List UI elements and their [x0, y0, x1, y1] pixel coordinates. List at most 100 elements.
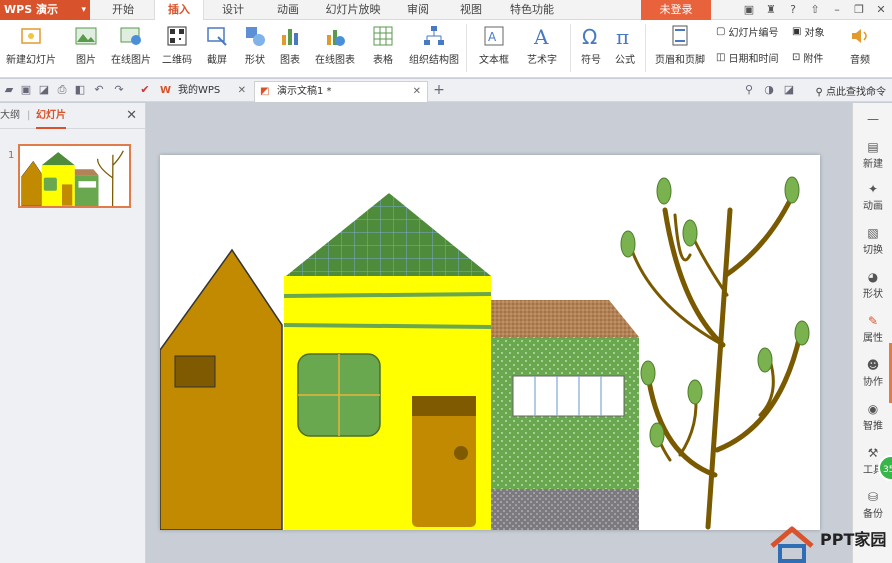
- slide-number-icon: ▢: [716, 26, 726, 37]
- properties-icon: ✎: [867, 314, 879, 328]
- green-house[interactable]: [491, 300, 639, 530]
- qr-code-button[interactable]: 二维码: [158, 22, 196, 74]
- transition-icon: ▧: [867, 226, 879, 240]
- new-tab-icon[interactable]: +: [432, 83, 446, 97]
- skin-icon[interactable]: ▣: [738, 0, 760, 20]
- online-chart-button[interactable]: 在线图表: [308, 22, 362, 74]
- formula-icon: π: [610, 22, 640, 50]
- slide-thumbnail[interactable]: [18, 144, 131, 208]
- symbol-button[interactable]: Ω 符号: [574, 22, 608, 74]
- command-search[interactable]: ⚲ 点此查找命令: [815, 83, 886, 98]
- text-box-button[interactable]: A 文本框: [472, 22, 516, 74]
- share-icon[interactable]: ◪: [782, 83, 796, 97]
- tab-special[interactable]: 特色功能: [502, 0, 562, 20]
- audio-button[interactable]: 音频: [842, 22, 878, 74]
- menu-bar: WPS 演示 ▾ 开始 插入 设计 动画 幻灯片放映 审阅 视图 特色功能 未登…: [0, 0, 892, 21]
- close-icon[interactable]: ✕: [126, 103, 137, 129]
- task-pane: — ▤ 新建 ✦ 动画 ▧ 切换 ◕ 形状 ✎ 属性 ☻ 协作 ◉ 智推 ⚒ 工具 ⛁ 备份: [852, 103, 892, 563]
- tab-view[interactable]: 视图: [448, 0, 494, 20]
- pane-recommend[interactable]: ◉ 智推: [853, 401, 892, 432]
- undo-icon[interactable]: ↶: [92, 83, 106, 97]
- header-footer-button[interactable]: 页眉和页脚: [652, 22, 708, 74]
- shirt-icon[interactable]: ♜: [760, 0, 782, 20]
- doc-tab-my-wps[interactable]: W 我的WPS ✕: [156, 81, 252, 102]
- animation-icon: ✦: [867, 182, 879, 196]
- brown-house[interactable]: [160, 248, 283, 530]
- pane-shape[interactable]: ◕ 形状: [853, 269, 892, 300]
- people-icon: ☻: [866, 358, 880, 372]
- collapse-panel-button[interactable]: —: [853, 111, 892, 127]
- ribbon: 新建幻灯片 图片 在线图片 二维码 截屏 形状 图表 在线图表 表格 组织结构图…: [0, 20, 892, 78]
- word-art-button[interactable]: A 艺术字: [520, 22, 564, 74]
- tab-insert[interactable]: 插入: [154, 0, 204, 21]
- online-picture-icon: [108, 22, 154, 50]
- search-icon: ⚲: [815, 87, 823, 98]
- upload-icon[interactable]: ⇧: [804, 0, 826, 20]
- minimize-icon[interactable]: –: [826, 0, 848, 20]
- word-art-icon: A: [520, 22, 564, 50]
- app-menu-button[interactable]: WPS 演示 ▾: [0, 0, 90, 20]
- header-footer-icon: [652, 22, 708, 50]
- slide-number-button[interactable]: ▢ 幻灯片编号: [716, 24, 778, 39]
- close-icon[interactable]: ✕: [870, 0, 892, 20]
- attachment-icon: ⊡: [792, 52, 801, 63]
- pin-icon[interactable]: ✔: [138, 83, 152, 97]
- print-icon[interactable]: ⎙: [55, 83, 69, 97]
- pane-transition[interactable]: ▧ 切换: [853, 225, 892, 256]
- tab-outline[interactable]: 大纲: [0, 103, 20, 129]
- watermark-text: PPT家园: [820, 530, 887, 549]
- org-chart-button[interactable]: 组织结构图: [406, 22, 462, 74]
- screenshot-button[interactable]: 截屏: [200, 22, 234, 74]
- table-button[interactable]: 表格: [366, 22, 400, 74]
- close-tab-icon[interactable]: ✕: [413, 82, 421, 102]
- attachment-button[interactable]: ⊡ 附件: [792, 50, 823, 65]
- redo-icon[interactable]: ↷: [112, 83, 126, 97]
- editing-canvas[interactable]: [147, 103, 852, 563]
- pane-properties[interactable]: ✎ 属性: [853, 313, 892, 344]
- close-tab-icon[interactable]: ✕: [238, 81, 246, 101]
- house-logo-icon: [770, 526, 814, 563]
- pane-backup[interactable]: ⛁ 备份: [853, 489, 892, 520]
- tab-slides[interactable]: 幻灯片: [36, 103, 66, 129]
- slide-canvas[interactable]: [160, 155, 820, 530]
- object-button[interactable]: ▣ 对象: [792, 24, 824, 39]
- lightbulb-icon: ◉: [867, 402, 879, 416]
- tree[interactable]: [628, 187, 803, 530]
- pane-animation[interactable]: ✦ 动画: [853, 181, 892, 212]
- brush-icon[interactable]: ⚲: [742, 83, 756, 97]
- online-chart-icon: [308, 22, 362, 50]
- presentation-file-icon: ◩: [260, 86, 270, 97]
- picture-button[interactable]: 图片: [68, 22, 104, 74]
- app-name: WPS 演示: [4, 3, 58, 16]
- restore-icon[interactable]: ❐: [848, 0, 870, 20]
- tab-review[interactable]: 审阅: [395, 0, 441, 20]
- pane-new[interactable]: ▤ 新建: [853, 139, 892, 170]
- new-slide-icon: [0, 22, 62, 50]
- online-picture-button[interactable]: 在线图片: [108, 22, 154, 74]
- open-folder-icon[interactable]: ▰: [2, 83, 16, 97]
- date-time-icon: ◫: [716, 52, 726, 63]
- new-slide-button[interactable]: 新建幻灯片: [0, 22, 62, 74]
- tab-animation[interactable]: 动画: [265, 0, 311, 20]
- print-preview-icon[interactable]: ◧: [73, 83, 87, 97]
- shapes-button[interactable]: 形状: [238, 22, 272, 74]
- tab-slideshow[interactable]: 幻灯片放映: [318, 0, 388, 20]
- chart-button[interactable]: 图表: [276, 22, 304, 74]
- doc-tab-presentation[interactable]: ◩ 演示文稿1 * ✕: [254, 81, 428, 102]
- screenshot-icon: [200, 22, 234, 50]
- cloud-icon[interactable]: ◑: [762, 83, 776, 97]
- login-button[interactable]: 未登录: [641, 0, 711, 20]
- date-time-button[interactable]: ◫ 日期和时间: [716, 50, 778, 65]
- collapse-icon: —: [867, 112, 879, 126]
- tab-home[interactable]: 开始: [100, 0, 146, 20]
- panel-tabs: 大纲 | 幻灯片 ✕: [0, 103, 145, 129]
- yellow-house[interactable]: [283, 193, 492, 530]
- text-box-icon: A: [472, 22, 516, 50]
- help-icon[interactable]: ?: [782, 0, 804, 20]
- formula-button[interactable]: π 公式: [610, 22, 640, 74]
- divider: [570, 24, 571, 72]
- pane-collaborate[interactable]: ☻ 协作: [853, 357, 892, 388]
- tab-design[interactable]: 设计: [210, 0, 256, 20]
- save-icon[interactable]: ▣: [19, 83, 33, 97]
- pdf-icon[interactable]: ◪: [37, 83, 51, 97]
